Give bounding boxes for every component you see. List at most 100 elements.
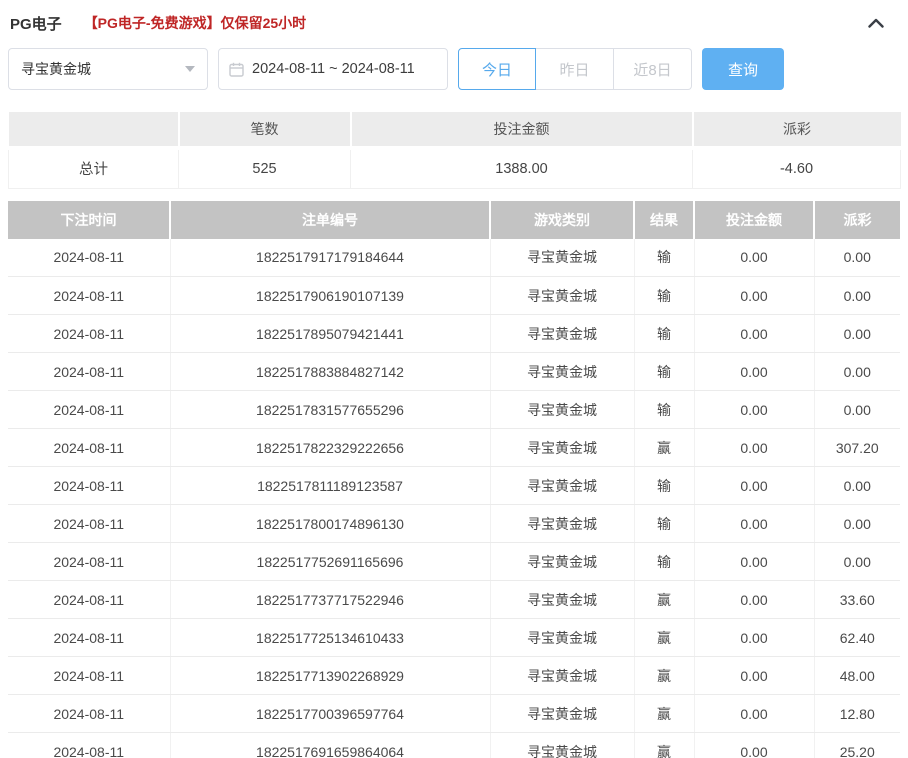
table-cell: 0.00 bbox=[694, 542, 815, 581]
table-cell: 1822517752691165696 bbox=[170, 542, 491, 581]
table-cell: 2024-08-11 bbox=[8, 276, 171, 315]
collapse-button[interactable] bbox=[866, 13, 886, 33]
table-cell: 0.00 bbox=[694, 732, 815, 758]
table-cell: 1822517831577655296 bbox=[170, 390, 491, 429]
table-cell: 2024-08-11 bbox=[8, 238, 171, 277]
summary-header-row: 笔数 投注金额 派彩 bbox=[8, 112, 901, 150]
table-cell: 25.20 bbox=[814, 732, 900, 758]
summary-total-payout: -4.60 bbox=[692, 147, 901, 189]
table-cell: 寻宝黄金城 bbox=[490, 352, 635, 391]
table-cell: 0.00 bbox=[694, 352, 815, 391]
caret-down-icon bbox=[185, 66, 195, 72]
table-cell: 输 bbox=[634, 542, 695, 581]
col-header-payout: 派彩 bbox=[814, 200, 900, 239]
table-cell: 输 bbox=[634, 352, 695, 391]
quick-range-group: 今日 昨日 近8日 bbox=[458, 48, 692, 90]
yesterday-button[interactable]: 昨日 bbox=[536, 48, 614, 90]
table-cell: 赢 bbox=[634, 618, 695, 657]
table-cell: 1822517811189123587 bbox=[170, 466, 491, 505]
table-cell: 寻宝黄金城 bbox=[490, 656, 635, 695]
table-cell: 寻宝黄金城 bbox=[490, 428, 635, 467]
summary-header-bet: 投注金额 bbox=[350, 112, 694, 150]
table-cell: 寻宝黄金城 bbox=[490, 580, 635, 619]
table-cell: 寻宝黄金城 bbox=[490, 504, 635, 543]
table-row: 2024-08-11 1822517713902268929 寻宝黄金城赢 0.00 4… bbox=[8, 656, 900, 695]
table-cell: 2024-08-11 bbox=[8, 504, 171, 543]
table-cell: 1822517700396597764 bbox=[170, 694, 491, 733]
table-cell: 48.00 bbox=[814, 656, 900, 695]
table-cell: 1822517917179184644 bbox=[170, 238, 491, 277]
table-cell: 0.00 bbox=[814, 466, 900, 505]
retention-notice: 【PG电子-免费游戏】仅保留25小时 bbox=[83, 15, 307, 31]
calendar-icon bbox=[229, 62, 244, 77]
table-row: 2024-08-11 1822517737717522946 寻宝黄金城赢 0.00 3… bbox=[8, 580, 900, 619]
table-cell: 输 bbox=[634, 238, 695, 277]
table-cell: 0.00 bbox=[694, 656, 815, 695]
table-cell: 1822517822329222656 bbox=[170, 428, 491, 467]
table-cell: 1822517895079421441 bbox=[170, 314, 491, 353]
records-header-row: 下注时间 注单编号 游戏类别 结果 投注金额 派彩 bbox=[8, 200, 900, 239]
search-button[interactable]: 查询 bbox=[702, 48, 784, 90]
table-row: 2024-08-11 1822517831577655296 寻宝黄金城输 0.00 0… bbox=[8, 390, 900, 429]
date-range-value: 2024-08-11 ~ 2024-08-11 bbox=[252, 61, 415, 77]
col-header-game-type: 游戏类别 bbox=[490, 200, 635, 239]
table-cell: 307.20 bbox=[814, 428, 900, 467]
table-cell: 0.00 bbox=[694, 504, 815, 543]
table-cell: 0.00 bbox=[694, 694, 815, 733]
table-cell: 0.00 bbox=[694, 276, 815, 315]
table-cell: 0.00 bbox=[814, 238, 900, 277]
table-cell: 赢 bbox=[634, 428, 695, 467]
table-cell: 赢 bbox=[634, 580, 695, 619]
table-cell: 寻宝黄金城 bbox=[490, 390, 635, 429]
table-cell: 0.00 bbox=[694, 428, 815, 467]
records-body: 2024-08-11 1822517917179184644 寻宝黄金城输 0.00 0… bbox=[8, 238, 900, 758]
table-cell: 寻宝黄金城 bbox=[490, 618, 635, 657]
game-select[interactable]: 寻宝黄金城 bbox=[8, 48, 208, 90]
today-button[interactable]: 今日 bbox=[458, 48, 536, 90]
table-row: 2024-08-11 1822517800174896130 寻宝黄金城输 0.00 0… bbox=[8, 504, 900, 543]
table-cell: 寻宝黄金城 bbox=[490, 542, 635, 581]
table-cell: 赢 bbox=[634, 694, 695, 733]
col-header-bet-time: 下注时间 bbox=[8, 200, 171, 239]
table-row: 2024-08-11 1822517906190107139 寻宝黄金城输 0.00 0… bbox=[8, 276, 900, 315]
summary-total-count: 525 bbox=[178, 147, 351, 189]
table-cell: 输 bbox=[634, 390, 695, 429]
summary-total-row: 总计 525 1388.00 -4.60 bbox=[8, 147, 901, 189]
table-cell: 赢 bbox=[634, 656, 695, 695]
summary-header-blank bbox=[8, 112, 180, 150]
date-range-input[interactable]: 2024-08-11 ~ 2024-08-11 bbox=[218, 48, 448, 90]
table-cell: 0.00 bbox=[694, 390, 815, 429]
table-cell: 0.00 bbox=[694, 580, 815, 619]
table-cell: 2024-08-11 bbox=[8, 732, 171, 758]
summary-table: 笔数 投注金额 派彩 总计 525 1388.00 -4.60 bbox=[8, 112, 901, 189]
table-cell: 0.00 bbox=[694, 238, 815, 277]
table-row: 2024-08-11 1822517752691165696 寻宝黄金城输 0.00 0… bbox=[8, 542, 900, 581]
table-cell: 0.00 bbox=[814, 352, 900, 391]
table-cell: 0.00 bbox=[814, 542, 900, 581]
table-row: 2024-08-11 1822517691659864064 寻宝黄金城赢 0.00 2… bbox=[8, 732, 900, 758]
table-cell: 1822517725134610433 bbox=[170, 618, 491, 657]
table-cell: 输 bbox=[634, 276, 695, 315]
table-cell: 1822517800174896130 bbox=[170, 504, 491, 543]
table-cell: 输 bbox=[634, 466, 695, 505]
table-row: 2024-08-11 1822517700396597764 寻宝黄金城赢 0.00 1… bbox=[8, 694, 900, 733]
summary-total-label: 总计 bbox=[8, 147, 179, 189]
table-cell: 寻宝黄金城 bbox=[490, 694, 635, 733]
table-cell: 输 bbox=[634, 504, 695, 543]
table-cell: 1822517737717522946 bbox=[170, 580, 491, 619]
table-cell: 2024-08-11 bbox=[8, 618, 171, 657]
last8days-button[interactable]: 近8日 bbox=[614, 48, 692, 90]
table-cell: 2024-08-11 bbox=[8, 694, 171, 733]
table-cell: 2024-08-11 bbox=[8, 580, 171, 619]
table-row: 2024-08-11 1822517822329222656 寻宝黄金城赢 0.00 3… bbox=[8, 428, 900, 467]
table-cell: 0.00 bbox=[694, 314, 815, 353]
table-cell: 1822517906190107139 bbox=[170, 276, 491, 315]
table-cell: 赢 bbox=[634, 732, 695, 758]
table-cell: 寻宝黄金城 bbox=[490, 732, 635, 758]
table-cell: 0.00 bbox=[814, 504, 900, 543]
table-cell: 0.00 bbox=[694, 466, 815, 505]
table-cell: 2024-08-11 bbox=[8, 542, 171, 581]
col-header-order-id: 注单编号 bbox=[170, 200, 491, 239]
provider-title: PG电子 bbox=[10, 15, 62, 33]
table-cell: 寻宝黄金城 bbox=[490, 276, 635, 315]
